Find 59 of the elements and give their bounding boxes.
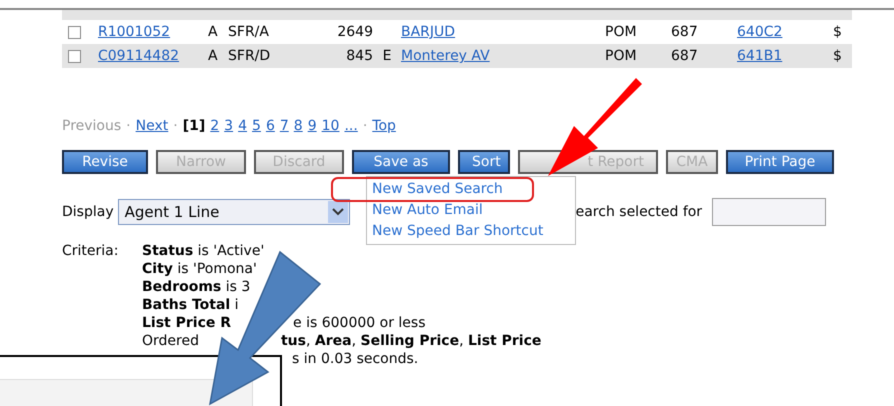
chevron-down-icon: [332, 208, 344, 216]
table-cell-text: A: [208, 48, 219, 64]
table-cell-text: 2649: [336, 24, 373, 40]
criteria-text: Status is 'Active': [142, 242, 264, 260]
top-link[interactable]: Top: [372, 118, 396, 134]
action-button[interactable]: Save as: [352, 150, 450, 174]
criteria-text: City is 'Pomona': [142, 260, 257, 278]
table-cell-text: 687: [671, 24, 699, 40]
criteria-text: List Price R: [142, 314, 232, 332]
table-cell-text: $: [833, 48, 843, 64]
map-link[interactable]: 640C2: [737, 24, 782, 40]
criteria-text: Ordered: [142, 332, 199, 350]
separator: ·: [362, 118, 368, 134]
criteria-text: e is 600000 or less: [293, 314, 426, 332]
menu-item[interactable]: New Saved Search: [333, 179, 532, 200]
page-link[interactable]: 3: [224, 118, 234, 134]
action-button[interactable]: Revise: [62, 150, 148, 174]
row-checkbox[interactable]: [68, 50, 81, 62]
table-cell: E: [382, 48, 392, 64]
table-cell-text: 845: [345, 48, 373, 64]
map-link[interactable]: 641B1: [737, 48, 782, 64]
criteria-text: Baths Total i: [142, 296, 239, 314]
search-selected-label: earch selected for: [576, 204, 702, 220]
page-link[interactable]: ...: [344, 118, 358, 134]
page-link[interactable]: 7: [280, 118, 289, 134]
page-link[interactable]: 2: [210, 118, 220, 134]
page-link[interactable]: 4: [238, 118, 248, 134]
action-button[interactable]: Sort: [458, 150, 510, 174]
action-button[interactable]: Print Page: [726, 150, 834, 174]
table-cell-text: SFR/D: [228, 48, 272, 64]
page-link[interactable]: 5: [252, 118, 261, 134]
menu-item[interactable]: New Speed Bar Shortcut: [367, 221, 575, 242]
table-cell-text: SFR/A: [228, 24, 270, 40]
page-link[interactable]: 6: [266, 118, 275, 134]
display-select[interactable]: Agent 1 Line: [118, 199, 350, 225]
criteria-label: Criteria:: [62, 242, 120, 261]
menu-item[interactable]: New Auto Email: [367, 200, 575, 221]
next-link[interactable]: Next: [136, 118, 168, 134]
criteria-text: Bedrooms is 3: [142, 278, 250, 296]
table-cell-text: POM: [605, 48, 638, 64]
table-cell-text: A: [208, 24, 219, 40]
display-label: Display: [62, 204, 114, 220]
table-cell-text: POM: [605, 24, 638, 40]
street-link[interactable]: Monterey AV: [401, 48, 490, 64]
current-page: [1]: [182, 118, 206, 134]
criteria-text: tus, Area, Selling Price, List Price: [280, 332, 542, 350]
street-link[interactable]: BARJUD: [401, 24, 456, 40]
listing-link[interactable]: C09114482: [98, 48, 180, 64]
separator: ·: [173, 118, 178, 134]
criteria-text: s in 0.03 seconds.: [292, 350, 418, 368]
separator: ·: [126, 118, 131, 134]
table-cell-text: $: [833, 24, 843, 40]
page-link[interactable]: 9: [308, 118, 317, 134]
listing-link[interactable]: R1001052: [98, 24, 170, 40]
page-link[interactable]: 8: [294, 118, 303, 134]
search-field[interactable]: [712, 198, 826, 226]
row-checkbox[interactable]: [68, 26, 81, 38]
page-link[interactable]: 10: [322, 118, 340, 134]
table-cell-text: 687: [671, 48, 699, 64]
